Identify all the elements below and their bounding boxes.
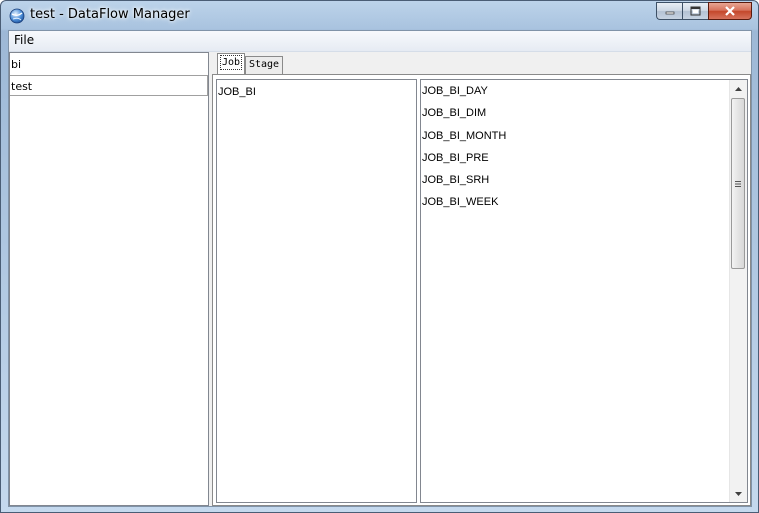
tab-stage[interactable]: Stage bbox=[245, 56, 283, 74]
stage-item[interactable]: JOB_BI_DIM bbox=[422, 107, 486, 119]
stage-item[interactable]: JOB_BI_WEEK bbox=[422, 196, 498, 208]
title-bar[interactable]: test - DataFlow Manager bbox=[1, 1, 758, 30]
stage-item[interactable]: JOB_BI_DAY bbox=[422, 85, 488, 97]
maximize-button[interactable] bbox=[682, 2, 708, 20]
client-area: File bi test Job Stage JOB_BI JOB_BI_DAY… bbox=[8, 30, 752, 507]
maximize-icon bbox=[690, 6, 701, 16]
grip-icon bbox=[735, 180, 741, 187]
scroll-up-button[interactable] bbox=[730, 80, 747, 97]
arrow-up-icon bbox=[735, 86, 742, 91]
globe-icon bbox=[9, 8, 25, 24]
app-window: test - DataFlow Manager File bi test Job… bbox=[0, 0, 759, 513]
menu-bar: File bbox=[9, 31, 751, 52]
job-list[interactable]: JOB_BI bbox=[216, 79, 417, 503]
scroll-down-button[interactable] bbox=[730, 485, 747, 502]
minimize-button[interactable] bbox=[656, 2, 682, 20]
minimize-icon bbox=[665, 11, 674, 15]
menu-file[interactable]: File bbox=[11, 32, 37, 48]
scroll-thumb[interactable] bbox=[731, 98, 745, 269]
list-item-selected[interactable]: test bbox=[10, 75, 208, 96]
list-item[interactable]: bi bbox=[10, 54, 208, 75]
stage-item[interactable]: JOB_BI_MONTH bbox=[422, 130, 506, 142]
arrow-down-icon bbox=[735, 491, 742, 496]
window-title: test - DataFlow Manager bbox=[30, 7, 190, 22]
stage-item[interactable]: JOB_BI_SRH bbox=[422, 174, 489, 186]
tab-job[interactable]: Job bbox=[217, 53, 245, 74]
tab-job-label: Job bbox=[219, 55, 243, 70]
job-item[interactable]: JOB_BI bbox=[218, 86, 256, 98]
project-list[interactable]: bi test bbox=[9, 52, 209, 506]
caption-buttons bbox=[656, 2, 752, 21]
job-tab-panel: JOB_BI JOB_BI_DAY JOB_BI_DIM JOB_BI_MONT… bbox=[212, 74, 751, 506]
stage-list[interactable]: JOB_BI_DAY JOB_BI_DIM JOB_BI_MONTH JOB_B… bbox=[420, 79, 748, 503]
close-icon bbox=[725, 6, 735, 16]
vertical-scrollbar[interactable] bbox=[729, 80, 747, 502]
close-button[interactable] bbox=[708, 2, 752, 20]
stage-item[interactable]: JOB_BI_PRE bbox=[422, 152, 489, 164]
